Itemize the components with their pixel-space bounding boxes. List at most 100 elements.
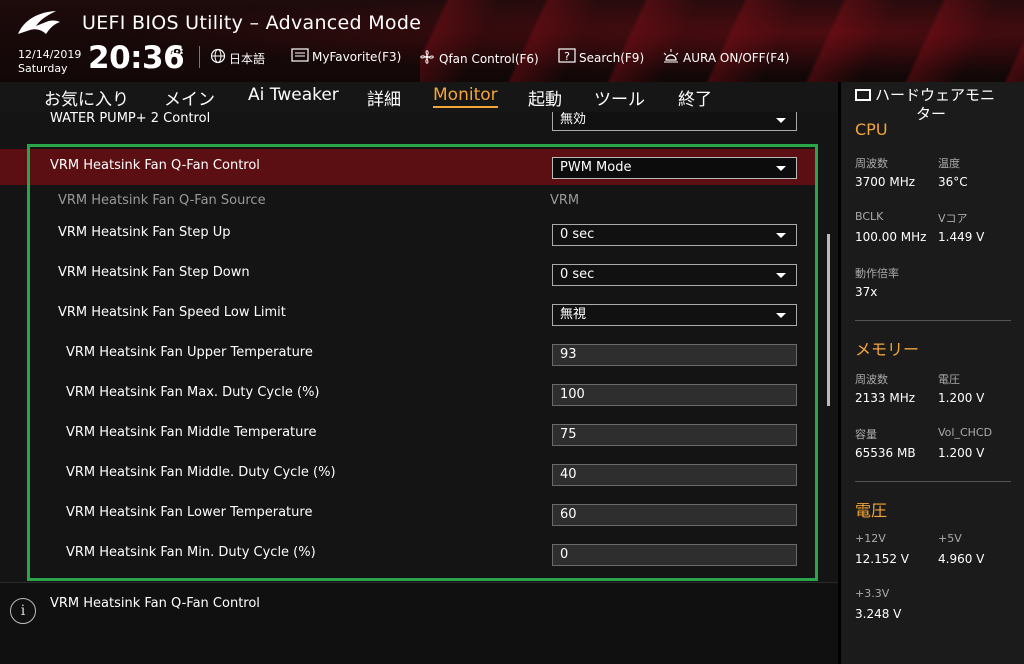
tab-exit[interactable]: 終了 xyxy=(678,85,712,110)
settings-panel: WATER PUMP+ 2 Control 無効 VRM Heatsink Fa… xyxy=(0,112,838,582)
hw-monitor-title: ハードウェアモニ ター xyxy=(855,86,1015,124)
setting-dropdown[interactable]: PWM Mode xyxy=(552,157,797,179)
gear-icon[interactable]: ⚙ xyxy=(170,42,184,61)
fan-icon xyxy=(418,48,436,70)
tab-boot[interactable]: 起動 xyxy=(528,85,562,110)
section-divider xyxy=(855,481,1011,482)
setting-label: VRM Heatsink Fan Q-Fan Control xyxy=(50,158,260,173)
mem-freq-value: 2133 MHz xyxy=(855,391,916,405)
tab-tool[interactable]: ツール xyxy=(594,85,645,110)
v33-label: +3.3V xyxy=(855,587,890,600)
bclk-label: BCLK xyxy=(855,210,884,223)
date-display: 12/14/2019 Saturday xyxy=(18,48,81,76)
help-info-bar: i VRM Heatsink Fan Q-Fan Control xyxy=(0,582,838,664)
setting-row-middle-duty[interactable]: VRM Heatsink Fan Middle. Duty Cycle (%) … xyxy=(0,456,815,492)
mem-freq-label: 周波数 xyxy=(855,373,888,386)
v5-value: 4.960 V xyxy=(938,552,985,566)
setting-row-middle-temp[interactable]: VRM Heatsink Fan Middle Temperature 75 xyxy=(0,416,815,452)
mem-volt-label: 電圧 xyxy=(938,373,960,386)
setting-label: VRM Heatsink Fan Min. Duty Cycle (%) xyxy=(66,545,316,560)
setting-number-input[interactable]: 0 xyxy=(552,544,797,566)
scrollbar[interactable] xyxy=(827,234,830,406)
ratio-label: 動作倍率 xyxy=(855,267,899,280)
search-button[interactable]: ? Search(F9) xyxy=(558,48,644,68)
language-label: 日本語 xyxy=(229,51,266,66)
language-button[interactable]: 日本語 xyxy=(210,48,265,68)
setting-label: VRM Heatsink Fan Q-Fan Source xyxy=(58,193,266,208)
setting-row-speed-low-limit[interactable]: VRM Heatsink Fan Speed Low Limit 無視 xyxy=(0,296,815,332)
setting-label: VRM Heatsink Fan Max. Duty Cycle (%) xyxy=(66,385,320,400)
setting-row-step-up[interactable]: VRM Heatsink Fan Step Up 0 sec xyxy=(0,216,815,252)
setting-label: VRM Heatsink Fan Speed Low Limit xyxy=(58,305,286,320)
top-header: UEFI BIOS Utility – Advanced Mode 12/14/… xyxy=(0,0,1024,82)
search-label: Search(F9) xyxy=(579,51,645,65)
voltage-heading: 電圧 xyxy=(855,501,888,520)
setting-dropdown[interactable]: 0 sec xyxy=(552,264,797,286)
globe-icon xyxy=(210,48,226,68)
vcore-label: Vコア xyxy=(938,212,968,225)
v12-label: +12V xyxy=(855,532,886,545)
day-text: Saturday xyxy=(18,62,68,75)
setting-row-step-down[interactable]: VRM Heatsink Fan Step Down 0 sec xyxy=(0,256,815,292)
myfavorite-label: MyFavorite(F3) xyxy=(312,50,402,64)
setting-row-water-pump[interactable]: WATER PUMP+ 2 Control 無効 xyxy=(0,112,815,138)
cpu-temp-value: 36°C xyxy=(938,175,968,189)
tab-ai-tweaker[interactable]: Ai Tweaker xyxy=(248,85,339,105)
cpu-temp-label: 温度 xyxy=(938,157,960,170)
myfavorite-button[interactable]: MyFavorite(F3) xyxy=(291,48,401,66)
v33-value: 3.248 V xyxy=(855,607,902,621)
qfan-label: Qfan Control(F6) xyxy=(439,52,539,66)
header-divider xyxy=(199,46,200,68)
setting-label: VRM Heatsink Fan Lower Temperature xyxy=(66,505,313,520)
vol-chcd-label: Vol_CHCD xyxy=(938,426,993,439)
setting-number-input[interactable]: 60 xyxy=(552,504,797,526)
help-search-icon: ? xyxy=(558,48,576,68)
mem-cap-value: 65536 MB xyxy=(855,446,916,460)
setting-label: VRM Heatsink Fan Middle Temperature xyxy=(66,425,317,440)
setting-label: VRM Heatsink Fan Step Up xyxy=(58,225,231,240)
aura-button[interactable]: AURA ON/OFF(F4) xyxy=(662,48,789,68)
bclk-value: 100.00 MHz xyxy=(855,230,927,244)
help-text: VRM Heatsink Fan Q-Fan Control xyxy=(50,596,260,611)
cpu-freq-label: 周波数 xyxy=(855,157,888,170)
setting-value: VRM xyxy=(550,193,580,208)
section-divider xyxy=(855,320,1011,321)
ratio-value: 37x xyxy=(855,285,878,299)
v5-label: +5V xyxy=(938,532,962,545)
mem-cap-label: 容量 xyxy=(855,428,877,441)
setting-row-qfan-control[interactable]: VRM Heatsink Fan Q-Fan Control PWM Mode xyxy=(0,149,815,185)
setting-label: VRM Heatsink Fan Middle. Duty Cycle (%) xyxy=(66,465,336,480)
vcore-value: 1.449 V xyxy=(938,230,985,244)
setting-number-input[interactable]: 93 xyxy=(552,344,797,366)
setting-number-input[interactable]: 100 xyxy=(552,384,797,406)
tab-advanced[interactable]: 詳細 xyxy=(367,85,401,110)
date-text: 12/14/2019 xyxy=(18,48,82,61)
vol-chcd-value: 1.200 V xyxy=(938,446,985,460)
cpu-freq-value: 3700 MHz xyxy=(855,175,916,189)
tab-monitor[interactable]: Monitor xyxy=(433,85,498,108)
setting-dropdown[interactable]: 0 sec xyxy=(552,224,797,246)
setting-label: VRM Heatsink Fan Upper Temperature xyxy=(66,345,313,360)
tab-main[interactable]: メイン xyxy=(164,85,215,110)
setting-row-max-duty[interactable]: VRM Heatsink Fan Max. Duty Cycle (%) 100 xyxy=(0,376,815,412)
memory-heading: メモリー xyxy=(855,340,920,359)
qfan-button[interactable]: Qfan Control(F6) xyxy=(418,48,539,70)
svg-text:?: ? xyxy=(564,50,570,63)
setting-label: WATER PUMP+ 2 Control xyxy=(50,112,211,126)
main-tabs: お気に入り メイン Ai Tweaker 詳細 Monitor 起動 ツール 終… xyxy=(0,82,838,112)
setting-row-lower-temp[interactable]: VRM Heatsink Fan Lower Temperature 60 xyxy=(0,496,815,532)
app-title: UEFI BIOS Utility – Advanced Mode xyxy=(82,12,422,34)
setting-row-upper-temp[interactable]: VRM Heatsink Fan Upper Temperature 93 xyxy=(0,336,815,372)
setting-row-min-duty[interactable]: VRM Heatsink Fan Min. Duty Cycle (%) 0 xyxy=(0,536,815,572)
tab-favorites[interactable]: お気に入り xyxy=(44,85,129,110)
setting-number-input[interactable]: 75 xyxy=(552,424,797,446)
setting-row-qfan-source: VRM Heatsink Fan Q-Fan Source VRM xyxy=(0,184,815,220)
favorite-list-icon xyxy=(291,48,309,66)
setting-number-input[interactable]: 40 xyxy=(552,464,797,486)
setting-dropdown[interactable]: 無視 xyxy=(552,304,797,326)
setting-dropdown[interactable]: 無効 xyxy=(552,112,797,131)
hw-title-line1: ハードウェアモニ xyxy=(875,86,996,104)
aura-label: AURA ON/OFF(F4) xyxy=(683,51,790,65)
setting-label: VRM Heatsink Fan Step Down xyxy=(58,265,250,280)
mem-volt-value: 1.200 V xyxy=(938,391,985,405)
